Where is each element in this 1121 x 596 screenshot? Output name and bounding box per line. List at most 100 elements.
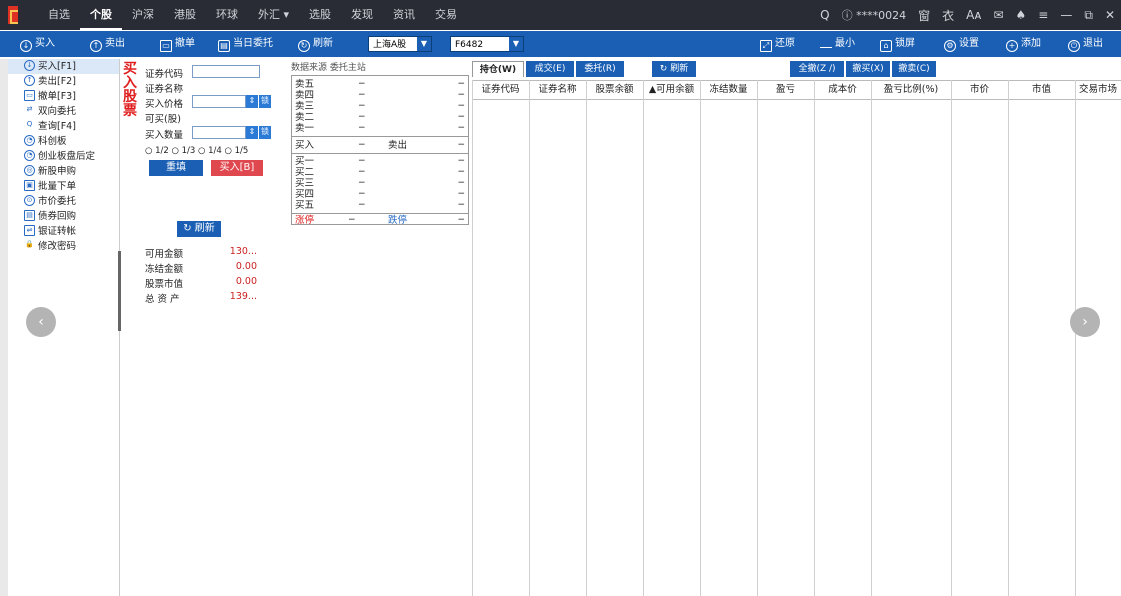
sidebar-item-market-order[interactable]: ⊙ 市价委托 <box>8 194 119 209</box>
price-input[interactable] <box>192 95 246 108</box>
sell3-label: 卖三 <box>295 101 315 112</box>
col-cost[interactable]: 成本价 <box>814 81 871 99</box>
bell-icon[interactable]: ♠ <box>1016 8 1027 22</box>
buy-submit-button[interactable]: 买入[B] <box>211 160 263 176</box>
sell2-volume: − <box>457 112 465 122</box>
qty-lock-button[interactable]: 锁 <box>259 126 271 139</box>
buy-panel-title: 买 入 股 票 <box>123 62 137 118</box>
prev-page-button[interactable]: ‹ <box>26 307 56 337</box>
col-name[interactable]: 证券名称 <box>529 81 586 99</box>
col-pnl[interactable]: 盈亏 <box>757 81 814 99</box>
star-market-icon: ◔ <box>24 135 35 146</box>
price-lock-button[interactable]: 锁 <box>259 95 271 108</box>
col-code[interactable]: 证券代码 <box>472 81 529 99</box>
skin-icon[interactable]: 衣 <box>942 7 954 24</box>
sell1-label: 卖一 <box>295 123 315 134</box>
market-select[interactable]: 上海A股 ▼ <box>368 36 432 52</box>
sidebar-item-batch-order[interactable]: ▣ 批量下单 <box>8 179 119 194</box>
minimize-window-icon[interactable]: — <box>1060 8 1072 22</box>
font-size-icon[interactable]: Aᴀ <box>966 8 981 22</box>
toolbar-settings-button[interactable]: ⚙ 设置 <box>944 35 979 53</box>
quantity-ratio-options[interactable]: ○ 1/2 ○ 1/3 ○ 1/4 ○ 1/5 <box>145 146 248 156</box>
cancel-sell-button[interactable]: 撤卖(C) <box>892 61 936 77</box>
nav-shsz[interactable]: 沪深 <box>122 0 164 30</box>
nav-global[interactable]: 环球 <box>206 0 248 30</box>
table-refresh-button[interactable]: ↻ 刷新 <box>652 61 696 77</box>
nav-forex[interactable]: 外汇 ▾ <box>248 0 299 30</box>
col-market-value[interactable]: 市值 <box>1008 81 1075 99</box>
sidebar-item-query[interactable]: Q 查询[F4] <box>8 119 119 134</box>
nav-watchlist[interactable]: 自选 <box>38 0 80 30</box>
layout-icon[interactable]: 窗 <box>918 7 930 24</box>
toolbar-refresh-button[interactable]: ↻ 刷新 <box>298 35 333 53</box>
sidebar-item-buy[interactable]: ↓ 买入[F1] <box>8 59 119 74</box>
sidebar-item-label: 创业板盘后定 <box>38 151 96 162</box>
search-icon[interactable]: Q <box>820 8 829 22</box>
available-funds-label: 可用金额 <box>145 249 184 260</box>
nav-stock[interactable]: 个股 <box>80 0 122 30</box>
toolbar-today-orders-button[interactable]: ▤ 当日委托 <box>218 35 273 53</box>
cancel-order-icon: ▭ <box>160 40 172 52</box>
toolbar-add-button[interactable]: + 添加 <box>1006 35 1041 53</box>
toolbar-refresh-label: 刷新 <box>313 38 333 49</box>
toolbar-restore-button[interactable]: ⤢ 还原 <box>760 35 795 53</box>
toolbar-lock-button[interactable]: ⌂ 锁屏 <box>880 35 915 53</box>
reset-button[interactable]: 重填 <box>149 160 203 176</box>
fund-refresh-button[interactable]: ↻ 刷新 <box>177 221 221 237</box>
tab-holdings[interactable]: 持仓(W) <box>472 61 524 77</box>
col-balance[interactable]: 股票余额 <box>586 81 643 99</box>
data-source-label: 数据来源 委托主站 <box>291 63 366 73</box>
sidebar-item-sell[interactable]: ↑ 卖出[F2] <box>8 74 119 89</box>
gem-icon: ◔ <box>24 150 35 161</box>
qty-stepper[interactable]: ⇕ <box>246 126 258 139</box>
restore-window-icon[interactable]: ⧉ <box>1084 8 1093 23</box>
tab-orders[interactable]: 委托(R) <box>576 61 624 77</box>
cancel-all-button[interactable]: 全撤(Z /) <box>790 61 844 77</box>
toolbar-cancel-button[interactable]: ▭ 撤单 <box>160 35 195 53</box>
nav-news[interactable]: 资讯 <box>383 0 425 30</box>
stock-value-value: 0.00 <box>235 276 257 287</box>
account-select[interactable]: F6482 ▼ <box>450 36 524 52</box>
col-frozen[interactable]: 冻结数量 <box>700 81 757 99</box>
nav-hk[interactable]: 港股 <box>164 0 206 30</box>
down-arrow-icon: ↓ <box>20 40 32 52</box>
cancel-buy-button[interactable]: 撤买(X) <box>846 61 890 77</box>
price-stepper[interactable]: ⇕ <box>246 95 258 108</box>
col-available[interactable]: ▲可用余额 <box>643 81 700 99</box>
nav-discover[interactable]: 发现 <box>341 0 383 30</box>
toolbar-buy-button[interactable]: ↓ 买入 <box>20 35 55 53</box>
toolbar-minimize-button[interactable]: 最小 <box>820 35 855 53</box>
sell-out-price: − <box>457 140 465 150</box>
nav-screener[interactable]: 选股 <box>299 0 341 30</box>
buy-in-label: 买入 <box>295 140 315 151</box>
sidebar-item-change-password[interactable]: 🔒 修改密码 <box>8 239 119 254</box>
toolbar-sell-button[interactable]: ↑ 卖出 <box>90 35 125 53</box>
next-page-button[interactable]: › <box>1070 307 1100 337</box>
sidebar-item-two-way[interactable]: ⇄ 双向委托 <box>8 104 119 119</box>
close-window-icon[interactable]: ✕ <box>1105 8 1115 22</box>
sidebar-item-cancel[interactable]: ▭ 撤单[F3] <box>8 89 119 104</box>
account-indicator[interactable]: ⓘ ****0024 <box>842 7 907 23</box>
toolbar-exit-button[interactable]: ⏻ 退出 <box>1068 35 1103 53</box>
grid-line <box>529 80 530 596</box>
col-exchange[interactable]: 交易市场 <box>1075 81 1121 99</box>
code-input[interactable] <box>192 65 260 78</box>
col-pnl-ratio[interactable]: 盈亏比例(%) <box>871 81 951 99</box>
sidebar-item-gem-after-hours[interactable]: ◔ 创业板盘后定 <box>8 149 119 164</box>
qty-input[interactable] <box>192 126 246 139</box>
toolbar-minimize-label: 最小 <box>835 38 855 49</box>
refresh-icon: ↻ <box>183 223 192 234</box>
grid-line <box>814 80 815 596</box>
restore-icon: ⤢ <box>760 40 772 52</box>
col-price[interactable]: 市价 <box>951 81 1008 99</box>
toolbar-buy-label: 买入 <box>35 38 55 49</box>
mail-icon[interactable]: ✉ <box>993 8 1003 22</box>
sidebar-item-repo[interactable]: ▤ 债券回购 <box>8 209 119 224</box>
sidebar-item-star-market[interactable]: ◔ 科创板 <box>8 134 119 149</box>
sidebar-item-ipo[interactable]: ◎ 新股申购 <box>8 164 119 179</box>
nav-trade[interactable]: 交易 <box>425 0 467 30</box>
tab-deals[interactable]: 成交(E) <box>526 61 574 77</box>
sidebar-item-bank-transfer[interactable]: ⇌ 银证转帐 <box>8 224 119 239</box>
menu-icon[interactable]: ≡ <box>1038 8 1048 22</box>
transfer-icon: ⇌ <box>24 225 35 236</box>
